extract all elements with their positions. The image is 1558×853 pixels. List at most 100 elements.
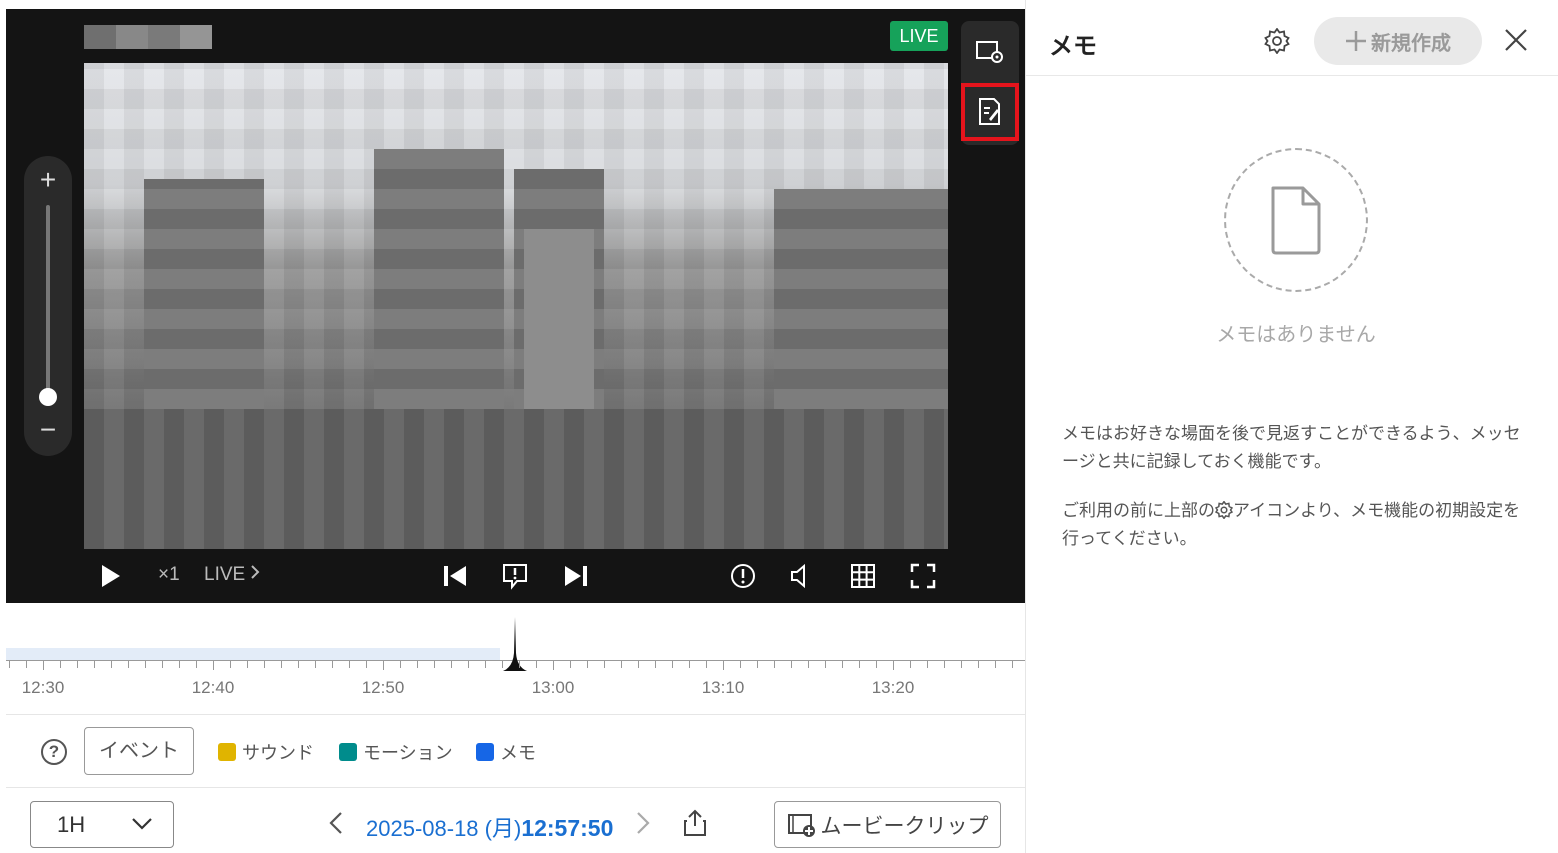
timeline-tick [179, 660, 180, 668]
document-icon [1271, 186, 1321, 255]
previous-event-button[interactable] [440, 559, 470, 593]
memo-description: メモはお好きな場面を後で見返すことができるよう、メッセージと共に記録しておく機能… [1062, 424, 1521, 471]
timeline-tick [43, 660, 44, 670]
empty-memo-illustration [1224, 148, 1368, 292]
timeline-tick [315, 660, 316, 668]
camera-settings-button[interactable] [961, 23, 1019, 81]
previous-time-button[interactable] [328, 811, 344, 835]
memo-setup-hint-a: ご利用の前に上部の [1062, 501, 1215, 520]
play-button[interactable] [96, 559, 126, 593]
timeline-tick [213, 660, 214, 670]
timeline-tick [434, 660, 435, 668]
timeline-tick [621, 660, 622, 668]
help-icon[interactable]: ? [41, 739, 67, 765]
video-player: LIVE + − ×1 LIVE [6, 9, 1025, 603]
current-datetime[interactable]: 2025-08-18 (月)12:57:50 [366, 811, 613, 843]
new-memo-label: 新規作成 [1371, 32, 1451, 55]
memo-button[interactable] [961, 83, 1019, 141]
timeline-tick [298, 660, 299, 668]
skip-previous-icon [444, 566, 466, 586]
timeline[interactable]: 12:30 12:40 12:50 13:00 13:10 13:20 [6, 603, 1025, 714]
timeline-tick [247, 660, 248, 668]
zoom-knob[interactable] [39, 388, 57, 406]
timeline-label: 13:20 [871, 678, 915, 697]
recorded-range [6, 648, 500, 660]
go-live-label: LIVE [204, 564, 246, 585]
gear-icon[interactable] [1264, 28, 1290, 54]
go-live-button[interactable]: LIVE [204, 564, 260, 586]
memo-title: メモ [1049, 33, 1097, 60]
playhead-marker[interactable] [503, 617, 527, 673]
memo-panel: メモ 新規作成 メモはありません メモはお好きな場面を後で見返すことができるよう… [1025, 0, 1558, 853]
timeline-tick [94, 660, 95, 668]
next-time-button[interactable] [635, 811, 651, 835]
share-icon[interactable] [683, 809, 707, 837]
timeline-tick [842, 660, 843, 668]
timeline-tick [995, 660, 996, 668]
timeline-tick [757, 660, 758, 668]
timeline-tick [111, 660, 112, 668]
fullscreen-button[interactable] [908, 559, 938, 593]
timeline-tick [910, 660, 911, 668]
add-event-marker-button[interactable] [500, 559, 530, 593]
movie-clip-label: ムービークリップ [820, 814, 989, 838]
time-range-select[interactable]: 1H [30, 801, 174, 848]
legend-label: モーション [363, 743, 453, 763]
timeline-tick [774, 660, 775, 668]
timeline-tick [468, 660, 469, 668]
timeline-label: 12:50 [361, 678, 405, 697]
timeline-tick [825, 660, 826, 668]
timeline-tick [366, 660, 367, 668]
memo-setup-hint: ご利用の前に上部の アイコンより、メモ機能の初期設定を行ってください。 [1062, 497, 1532, 553]
camera-video-feed[interactable] [84, 63, 948, 549]
new-memo-button[interactable]: 新規作成 [1314, 17, 1482, 65]
timeline-tick [196, 660, 197, 668]
legend-label: サウンド [242, 743, 314, 763]
event-button[interactable]: イベント [84, 727, 194, 775]
grid-layout-button[interactable] [848, 559, 878, 593]
zoom-out-button[interactable]: − [24, 416, 72, 444]
close-icon[interactable] [1504, 28, 1528, 52]
timeline-tick [655, 660, 656, 668]
timeline-tick [230, 660, 231, 668]
timeline-tick [162, 660, 163, 668]
bottom-controls: 1H 2025-08-18 (月)12:57:50 ムービークリップ [6, 789, 1025, 853]
legend-swatch [476, 743, 494, 761]
timeline-tick [587, 660, 588, 668]
timeline-tick [349, 660, 350, 668]
legend-memo[interactable]: メモ [476, 739, 536, 765]
legend-motion[interactable]: モーション [339, 739, 453, 765]
speaker-icon [791, 563, 805, 589]
movie-clip-button[interactable]: ムービークリップ [774, 801, 1001, 848]
timeline-tick [893, 660, 894, 670]
zoom-in-button[interactable]: + [24, 166, 72, 194]
timeline-tick [859, 660, 860, 668]
volume-button[interactable] [786, 559, 816, 593]
movie-clip-icon [787, 813, 815, 837]
legend-label: メモ [500, 743, 536, 763]
legend-swatch [218, 743, 236, 761]
timeline-tick [706, 660, 707, 668]
timeline-label: 13:00 [531, 678, 575, 697]
timeline-tick [502, 660, 503, 668]
gear-icon [1214, 500, 1234, 520]
timeline-tick [145, 660, 146, 668]
timeline-tick [281, 660, 282, 668]
timeline-tick [740, 660, 741, 668]
legend-sound[interactable]: サウンド [218, 739, 314, 765]
timeline-tick [536, 660, 537, 668]
empty-memo-message: メモはありません [1216, 324, 1376, 346]
timeline-tick [961, 660, 962, 668]
playback-speed[interactable]: ×1 [158, 564, 180, 586]
zoom-track[interactable] [46, 205, 50, 405]
alert-circle-icon [731, 564, 755, 588]
memo-header: メモ 新規作成 [1026, 0, 1558, 76]
alert-button[interactable] [728, 559, 758, 593]
timeline-tick [400, 660, 401, 668]
timeline-tick [332, 660, 333, 668]
alert-message-icon [503, 564, 527, 590]
next-event-button[interactable] [561, 559, 591, 593]
timeline-tick [128, 660, 129, 668]
chevron-right-icon [251, 565, 260, 579]
zoom-slider[interactable]: + − [24, 156, 72, 456]
